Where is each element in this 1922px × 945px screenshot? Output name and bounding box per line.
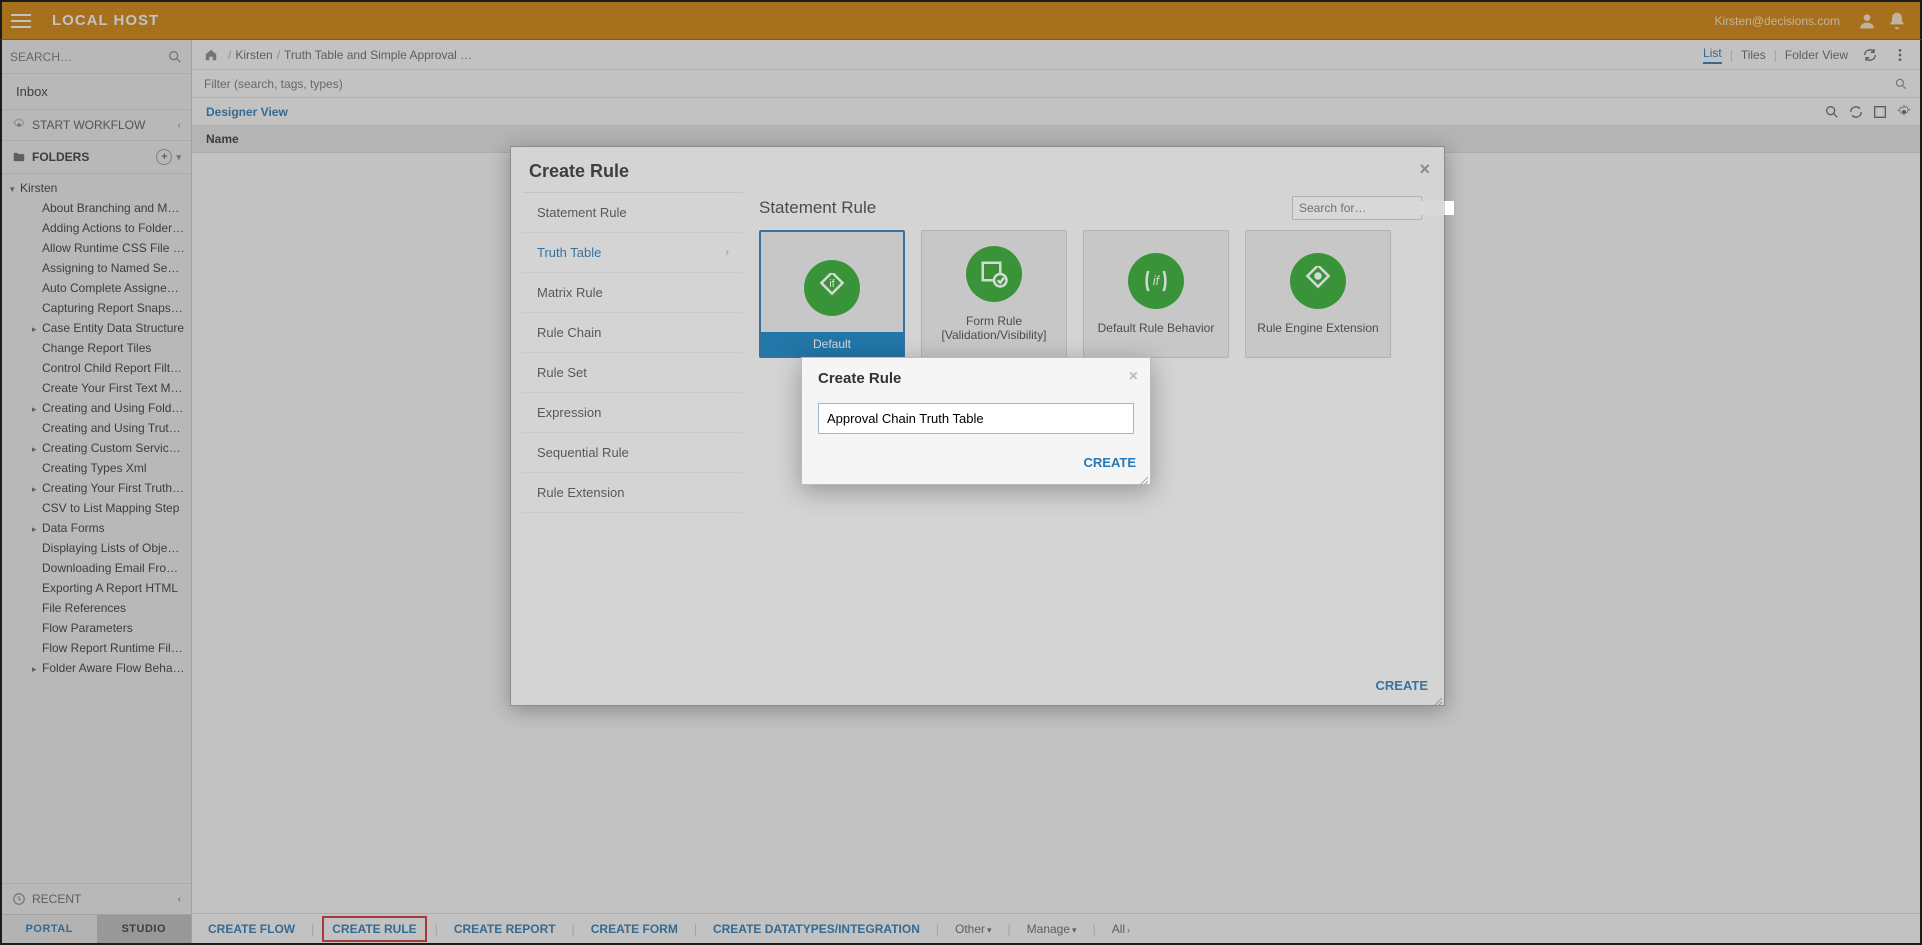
resize-handle-icon[interactable]: [1138, 472, 1148, 482]
modal2-title: Create Rule ×: [802, 358, 1150, 395]
content-area: / Kirsten / Truth Table and Simple Appro…: [192, 40, 1920, 943]
rule-name-input[interactable]: [818, 403, 1134, 434]
modal2-create-button[interactable]: CREATE: [1084, 455, 1136, 470]
create-rule-name-modal: Create Rule × CREATE: [801, 357, 1151, 485]
close-icon[interactable]: ×: [1129, 368, 1138, 386]
